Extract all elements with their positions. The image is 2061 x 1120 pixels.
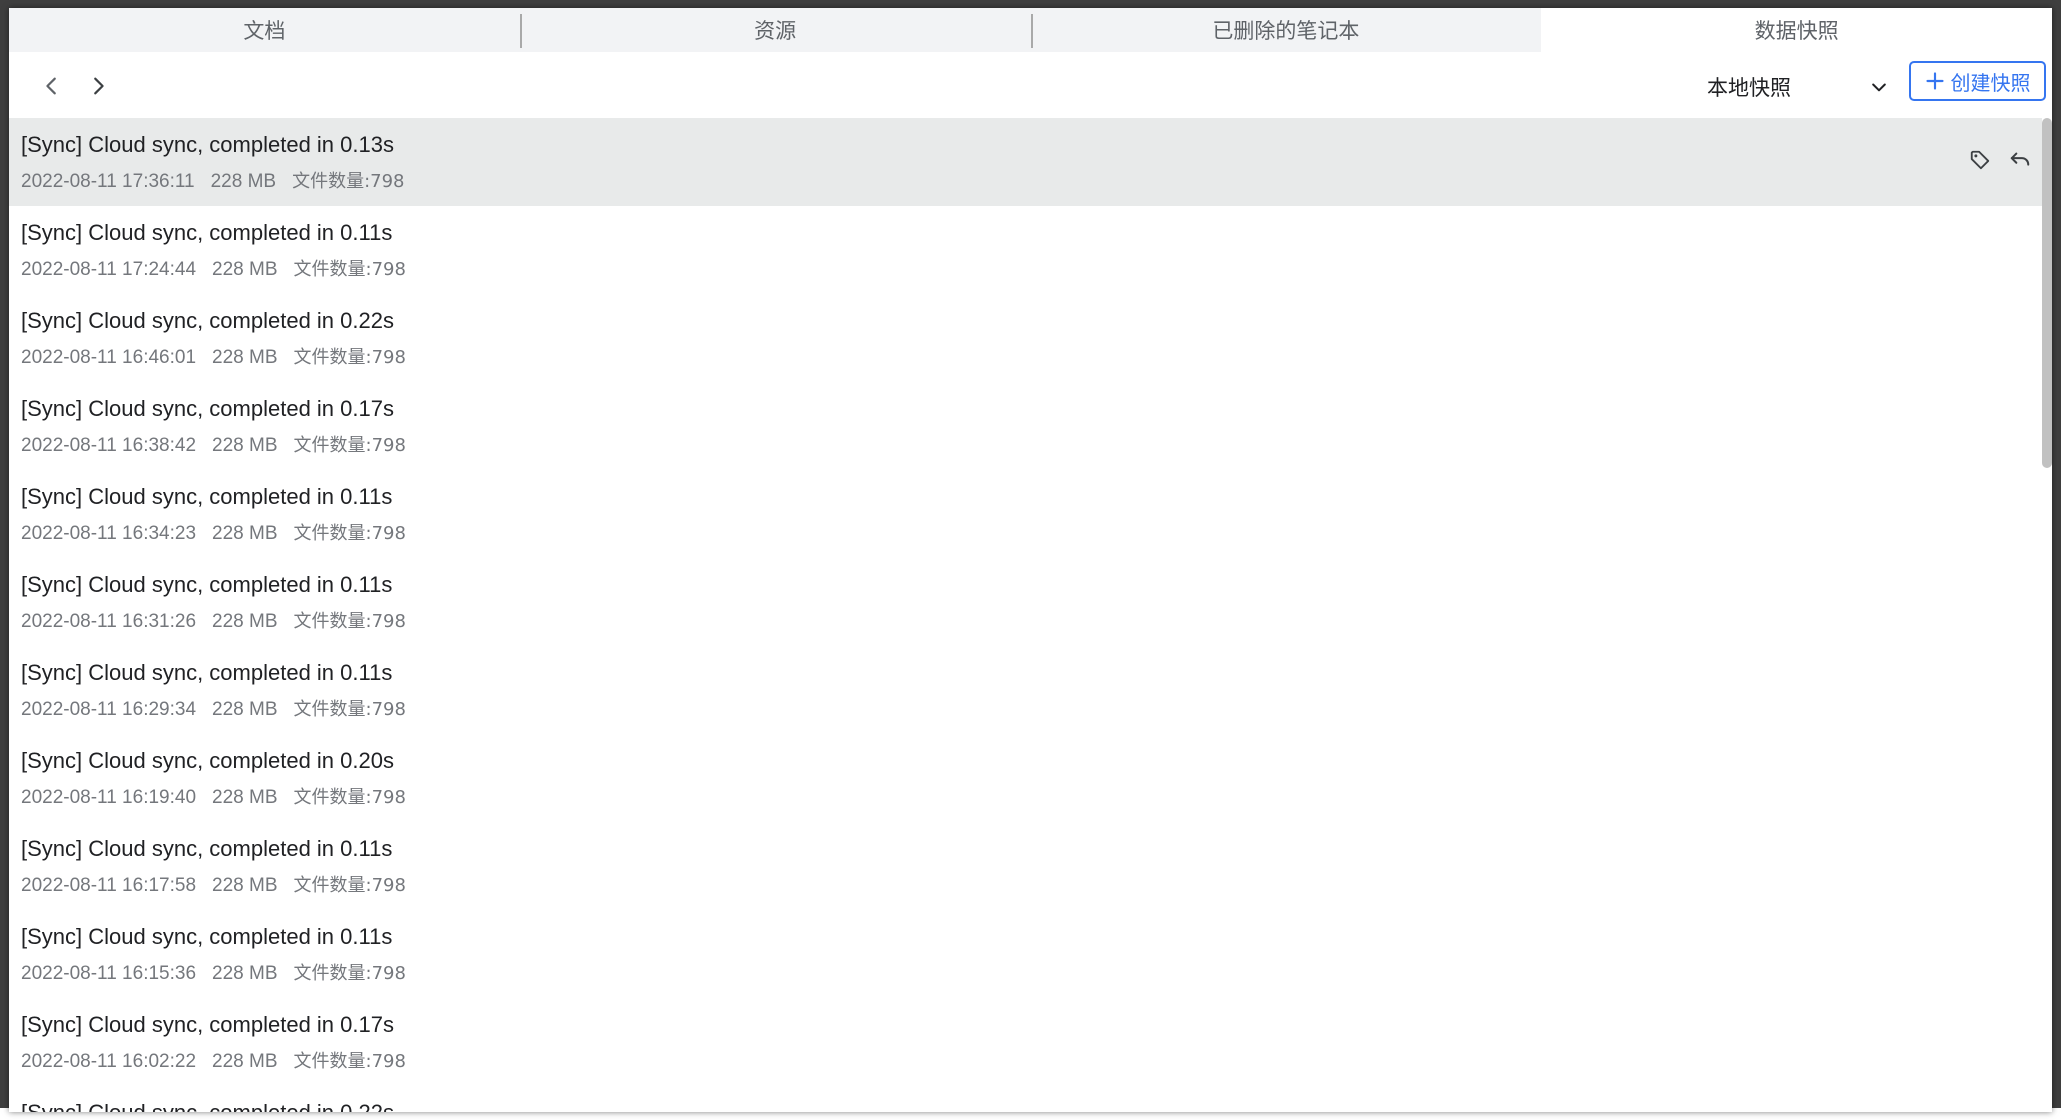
snapshot-size: 228 MB <box>212 787 278 808</box>
list-scrollbar[interactable] <box>2042 118 2052 1112</box>
snapshot-meta: 2022-08-11 16:29:34 228 MB 文件数量:798 <box>21 697 2030 723</box>
chevron-left-icon <box>46 77 56 95</box>
list-item[interactable]: [Sync] Cloud sync, completed in 0.22s 20… <box>9 294 2042 382</box>
list-item[interactable]: [Sync] Cloud sync, completed in 0.11s 20… <box>9 558 2042 646</box>
snapshot-meta: 2022-08-11 16:34:23 228 MB 文件数量:798 <box>21 521 2030 547</box>
rollback-snapshot-button[interactable] <box>2008 148 2032 172</box>
snapshot-type-select[interactable]: 本地快照 <box>1707 68 1889 106</box>
snapshot-title: [Sync] Cloud sync, completed in 0.13s <box>21 132 394 157</box>
snapshot-title: [Sync] Cloud sync, completed in 0.22s <box>21 308 394 333</box>
snapshot-title: [Sync] Cloud sync, completed in 0.20s <box>21 748 394 773</box>
snapshot-time: 2022-08-11 17:36:11 <box>21 171 195 192</box>
snapshot-file-count: 文件数量:798 <box>292 171 405 192</box>
snapshot-file-count: 文件数量:798 <box>293 1051 406 1072</box>
snapshot-title: [Sync] Cloud sync, completed in 0.17s <box>21 396 394 421</box>
snapshot-meta: 2022-08-11 17:24:44 228 MB 文件数量:798 <box>21 257 2030 283</box>
chevron-right-icon <box>94 77 104 95</box>
snapshot-meta: 2022-08-11 16:15:36 228 MB 文件数量:798 <box>21 961 2030 987</box>
list-item[interactable]: [Sync] Cloud sync, completed in 0.13s 20… <box>9 118 2042 206</box>
tab-docs[interactable]: 文档 <box>9 8 520 52</box>
list-item[interactable]: [Sync] Cloud sync, completed in 0.17s 20… <box>9 382 2042 470</box>
scrollbar-thumb[interactable] <box>2042 118 2052 468</box>
snapshot-type-value: 本地快照 <box>1707 76 1791 100</box>
prev-page-button[interactable] <box>39 73 65 99</box>
undo-icon <box>2010 152 2030 166</box>
snapshot-time: 2022-08-11 16:46:01 <box>21 347 197 368</box>
tag-icon <box>1970 150 1990 170</box>
snapshot-size: 228 MB <box>212 435 278 456</box>
snapshot-title: [Sync] Cloud sync, completed in 0.11s <box>21 660 393 685</box>
snapshot-title: [Sync] Cloud sync, completed in 0.11s <box>21 924 393 949</box>
data-history-dialog: 文档 资源 已删除的笔记本 数据快照 本地快照 创建快照 [Sync] Clou… <box>9 8 2052 1112</box>
create-snapshot-button[interactable]: 创建快照 <box>1909 61 2046 101</box>
list-item[interactable]: [Sync] Cloud sync, completed in 0.11s 20… <box>9 910 2042 998</box>
snapshot-size: 228 MB <box>212 963 278 984</box>
list-item[interactable]: [Sync] Cloud sync, completed in 0.17s 20… <box>9 998 2042 1086</box>
snapshot-time: 2022-08-11 17:24:44 <box>21 259 197 280</box>
snapshot-size: 228 MB <box>212 875 278 896</box>
list-item[interactable]: [Sync] Cloud sync, completed in 0.22s <box>9 1086 2042 1112</box>
snapshot-size: 228 MB <box>212 699 278 720</box>
snapshot-size: 228 MB <box>212 611 278 632</box>
next-page-button[interactable] <box>85 73 111 99</box>
tag-snapshot-button[interactable] <box>1968 148 1992 172</box>
plus-icon <box>1925 72 1944 90</box>
snapshot-time: 2022-08-11 16:17:58 <box>21 875 197 896</box>
snapshot-file-count: 文件数量:798 <box>293 259 406 280</box>
snapshot-file-count: 文件数量:798 <box>293 875 406 896</box>
snapshot-time: 2022-08-11 16:38:42 <box>21 435 197 456</box>
snapshot-time: 2022-08-11 16:31:26 <box>21 611 197 632</box>
row-actions <box>1968 148 2032 172</box>
snapshot-meta: 2022-08-11 16:46:01 228 MB 文件数量:798 <box>21 345 2030 371</box>
tab-assets[interactable]: 资源 <box>519 8 1031 52</box>
snapshot-file-count: 文件数量:798 <box>293 611 406 632</box>
snapshot-size: 228 MB <box>212 259 278 280</box>
snapshot-list: [Sync] Cloud sync, completed in 0.13s 20… <box>9 118 2042 1112</box>
create-snapshot-label: 创建快照 <box>1950 70 2031 95</box>
snapshot-meta: 2022-08-11 16:19:40 228 MB 文件数量:798 <box>21 785 2030 811</box>
snapshot-title: [Sync] Cloud sync, completed in 0.11s <box>21 220 393 245</box>
snapshot-time: 2022-08-11 16:15:36 <box>21 963 197 984</box>
snapshot-meta: 2022-08-11 16:31:26 228 MB 文件数量:798 <box>21 609 2030 635</box>
snapshot-size: 228 MB <box>212 1051 278 1072</box>
snapshot-meta: 2022-08-11 17:36:11 228 MB 文件数量:798 <box>21 169 2030 195</box>
snapshot-time: 2022-08-11 16:19:40 <box>21 787 197 808</box>
list-item[interactable]: [Sync] Cloud sync, completed in 0.11s 20… <box>9 206 2042 294</box>
list-item[interactable]: [Sync] Cloud sync, completed in 0.11s 20… <box>9 822 2042 910</box>
snapshot-meta: 2022-08-11 16:38:42 228 MB 文件数量:798 <box>21 433 2030 459</box>
snapshot-size: 228 MB <box>210 171 277 192</box>
snapshot-meta: 2022-08-11 16:17:58 228 MB 文件数量:798 <box>21 873 2030 899</box>
snapshot-file-count: 文件数量:798 <box>293 699 406 720</box>
snapshot-time: 2022-08-11 16:34:23 <box>21 523 197 544</box>
snapshot-title: [Sync] Cloud sync, completed in 0.11s <box>21 836 393 861</box>
tab-data-snapshots[interactable]: 数据快照 <box>1541 8 2052 52</box>
snapshot-time: 2022-08-11 16:02:22 <box>21 1051 197 1072</box>
snapshot-toolbar: 本地快照 创建快照 <box>9 52 2052 118</box>
list-item[interactable]: [Sync] Cloud sync, completed in 0.11s 20… <box>9 470 2042 558</box>
snapshot-file-count: 文件数量:798 <box>293 435 406 456</box>
snapshot-file-count: 文件数量:798 <box>293 963 406 984</box>
snapshot-title: [Sync] Cloud sync, completed in 0.11s <box>21 484 393 509</box>
snapshot-title: [Sync] Cloud sync, completed in 0.17s <box>21 1012 394 1037</box>
snapshot-size: 228 MB <box>212 347 278 368</box>
chevron-down-icon <box>1872 83 1886 92</box>
snapshot-size: 228 MB <box>212 523 278 544</box>
list-item[interactable]: [Sync] Cloud sync, completed in 0.20s 20… <box>9 734 2042 822</box>
snapshot-file-count: 文件数量:798 <box>293 787 406 808</box>
snapshot-meta: 2022-08-11 16:02:22 228 MB 文件数量:798 <box>21 1049 2030 1075</box>
snapshot-file-count: 文件数量:798 <box>293 347 406 368</box>
snapshot-title: [Sync] Cloud sync, completed in 0.11s <box>21 572 393 597</box>
snapshot-file-count: 文件数量:798 <box>293 523 406 544</box>
list-item[interactable]: [Sync] Cloud sync, completed in 0.11s 20… <box>9 646 2042 734</box>
snapshot-title: [Sync] Cloud sync, completed in 0.22s <box>21 1097 2030 1112</box>
snapshot-time: 2022-08-11 16:29:34 <box>21 699 197 720</box>
tab-bar: 文档 资源 已删除的笔记本 数据快照 <box>9 8 2052 52</box>
tab-deleted-notebooks[interactable]: 已删除的笔记本 <box>1030 8 1542 52</box>
